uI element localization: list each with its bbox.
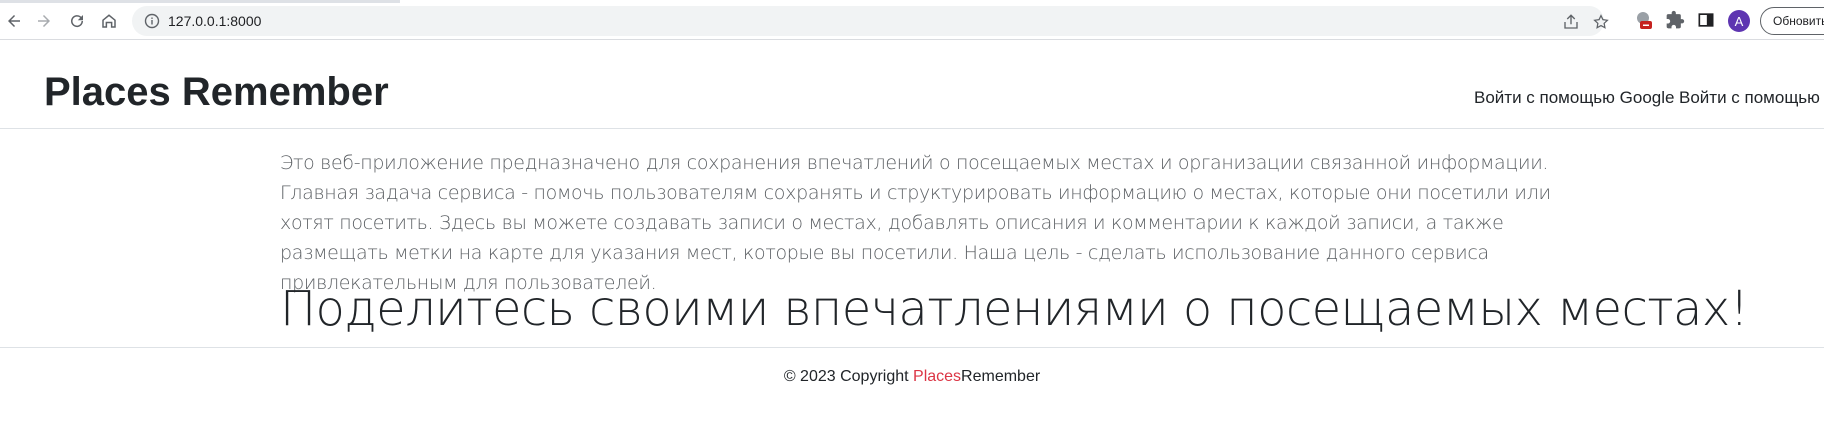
back-icon[interactable] [1,8,27,34]
profile-avatar[interactable]: A [1728,10,1750,32]
headline: Поделитесь своими впечатлениями о посеща… [280,281,1749,337]
site-header: Places Remember Войти с помощью Google В… [0,40,1824,129]
side-panel-icon[interactable] [1696,10,1716,30]
share-icon[interactable] [1562,13,1580,31]
home-icon[interactable] [96,8,122,34]
site-footer: © 2023 Copyright PlacesRemember [0,347,1824,427]
intro-section: Это веб-приложение предназначено для сох… [280,148,1580,298]
intro-paragraph: Это веб-приложение предназначено для сох… [280,152,1551,294]
login-google-link[interactable]: Войти с помощью Google [1474,88,1674,108]
extension-badge-icon[interactable] [1634,10,1654,30]
copyright-prefix: © 2023 Copyright [783,368,914,385]
site-info-icon[interactable] [144,13,160,29]
address-bar[interactable]: 127.0.0.1:8000 [132,6,1609,36]
url-text[interactable]: 127.0.0.1:8000 [168,13,261,29]
forward-icon[interactable] [31,8,57,34]
login-vk-link[interactable]: Войти с помощью V [1679,88,1824,108]
browser-toolbar: 127.0.0.1:8000 A Обновить [0,0,1824,40]
reload-icon[interactable] [64,8,90,34]
bookmark-star-icon[interactable] [1592,13,1610,31]
footer-brand-accent: Places [913,368,962,385]
update-browser-button[interactable]: Обновить [1760,7,1824,35]
puzzle-icon[interactable] [1665,10,1685,30]
brand-title[interactable]: Places Remember [44,72,389,112]
footer-brand-rest: Remember [961,368,1041,385]
tab-strip-edge [0,0,1824,3]
copyright-text: © 2023 Copyright PlacesRemember [0,368,1824,386]
